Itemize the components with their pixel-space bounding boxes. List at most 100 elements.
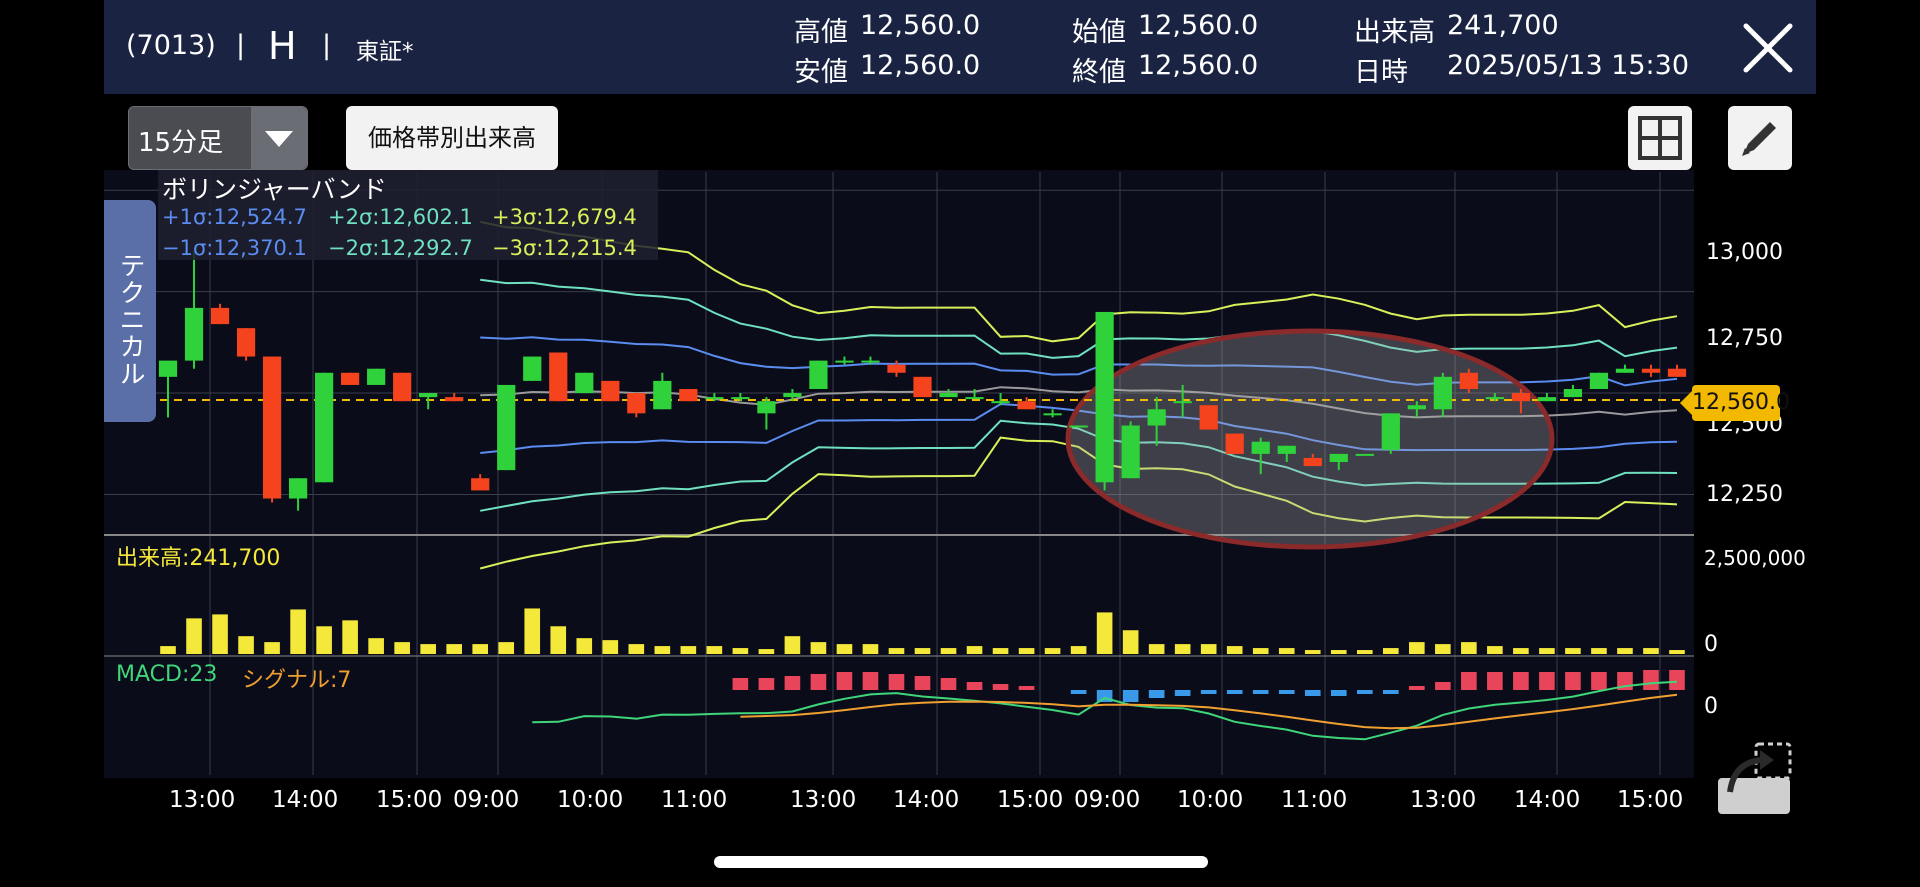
candle (1251, 441, 1270, 454)
candle (939, 393, 958, 398)
macd-bar (1018, 686, 1035, 690)
time-tick: 09:00 (453, 787, 520, 813)
macd-bar (1513, 672, 1529, 690)
volume-bar (498, 642, 515, 654)
volume-bar (758, 649, 775, 654)
candle (1563, 389, 1583, 398)
candle (887, 364, 906, 373)
macd-bar (1122, 690, 1139, 702)
macd-bar (862, 672, 879, 690)
candle (1433, 376, 1452, 410)
bb-minus2: −2σ:12,292.7 (328, 236, 473, 260)
candle (1355, 453, 1374, 456)
macd-axis-zero: 0 (1704, 694, 1718, 719)
macd-bar (758, 678, 775, 690)
candle (1511, 393, 1530, 402)
technical-tab[interactable]: テクニカル (104, 200, 156, 422)
time-tick: 10:00 (1177, 787, 1244, 813)
macd-bar (836, 672, 853, 690)
volume-bar (654, 646, 671, 654)
macd-bar (1330, 690, 1347, 696)
volume-bar (1096, 612, 1113, 654)
time-tick: 13:00 (790, 787, 857, 813)
time-tick: 10:00 (557, 787, 624, 813)
volume-bar (290, 609, 306, 654)
candle (1095, 311, 1114, 483)
volume-bar (1018, 648, 1035, 654)
candle (1303, 457, 1322, 467)
volume-bar (628, 644, 645, 654)
macd-bar (1435, 682, 1451, 690)
macd-bar (1383, 690, 1399, 694)
volume-bar (1487, 646, 1503, 654)
candle (601, 380, 620, 402)
volume-bar (1122, 630, 1139, 654)
candle (1485, 397, 1504, 400)
candle (575, 372, 594, 394)
time-tick: 09:00 (1074, 787, 1141, 813)
volume-bar (940, 648, 957, 654)
macd-bar (1669, 670, 1685, 690)
candle (1017, 401, 1036, 410)
macd-bar (1539, 672, 1555, 690)
volume-bar (1148, 644, 1165, 654)
volume-bar (836, 644, 853, 654)
candle (419, 393, 438, 398)
macd-bar (1409, 686, 1425, 690)
price-tick: 13,000 (1706, 240, 1783, 265)
candle (210, 307, 230, 325)
macd-bar (1304, 690, 1321, 696)
macd-bar (784, 676, 801, 690)
candle (1173, 401, 1192, 404)
volume-bar (1539, 648, 1555, 654)
candle (809, 360, 828, 389)
volume-bar (1643, 648, 1659, 654)
volume-bar (1044, 648, 1061, 654)
candle (1641, 368, 1661, 373)
volume-bar (1669, 650, 1685, 654)
candle (341, 372, 360, 385)
volume-bar (264, 642, 280, 654)
signal-line (740, 693, 1678, 730)
volume-bar (420, 644, 436, 654)
bb-plus1: +1σ:12,524.7 (162, 205, 307, 229)
candle (1199, 405, 1218, 430)
stock-chart[interactable] (0, 0, 1920, 887)
candle (523, 356, 542, 381)
macd-bar (1487, 672, 1503, 690)
bb-minus3: −3σ:12,215.4 (492, 236, 637, 260)
redo-icon[interactable] (1716, 740, 1792, 816)
candle (471, 478, 490, 491)
macd-bar (1591, 672, 1607, 690)
volume-bar (1513, 648, 1529, 654)
candle (1459, 372, 1478, 389)
macd-bar (1174, 690, 1191, 696)
candle (1615, 368, 1635, 373)
volume-bar (1617, 648, 1633, 654)
volume-bar (888, 648, 905, 654)
volume-bar (1356, 650, 1373, 654)
volume-bar (914, 648, 931, 654)
time-tick: 13:00 (1410, 787, 1477, 813)
time-tick: 15:00 (997, 787, 1064, 813)
candle (757, 401, 776, 414)
macd-bar (888, 674, 905, 690)
macd-bar (1356, 690, 1373, 694)
candle (315, 372, 334, 483)
macd-bar (810, 674, 827, 690)
volume-bar (342, 620, 358, 654)
volume-bar (212, 614, 228, 654)
macd-bar (1200, 690, 1217, 694)
candle (1043, 413, 1062, 416)
home-indicator[interactable] (714, 856, 1208, 868)
volume-bar (1330, 650, 1347, 654)
volume-pane-label: 出来高:241,700 (116, 546, 281, 571)
volume-bar (680, 646, 697, 654)
bb-minus1: −1σ:12,370.1 (162, 236, 307, 260)
macd-bar (1070, 690, 1087, 694)
volume-bar (472, 644, 489, 654)
volume-bar (784, 636, 801, 654)
bollinger-title: ボリンジャーバンド (162, 175, 387, 204)
candle (1589, 372, 1609, 389)
candle (1407, 405, 1426, 410)
